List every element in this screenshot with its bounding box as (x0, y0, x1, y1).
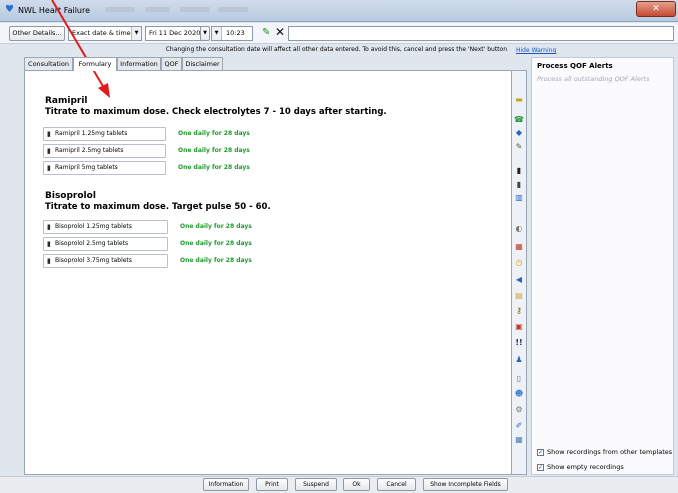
drug-option[interactable]: ▮ Bisoprolol 1.25mg tablets (43, 220, 168, 234)
users-icon[interactable]: ☻ (514, 389, 524, 399)
date-warning: Changing the consultation date will affe… (165, 46, 507, 53)
dose-instruction: One daily for 28 days (180, 223, 252, 230)
speaker-icon[interactable]: ◀ (514, 275, 524, 285)
drug-name: Bisoprolol 2.5mg tablets (55, 240, 129, 247)
alert-icon[interactable]: !! (514, 338, 524, 348)
key-icon[interactable]: ⚷ (514, 306, 524, 316)
dose-instruction: One daily for 28 days (180, 240, 252, 247)
drug-option[interactable]: ▮ Ramipril 1.25mg tablets (43, 127, 166, 141)
show-empty-row[interactable]: ✓ Show empty recordings (537, 462, 624, 472)
medicine-bottle-icon: ▮ (47, 240, 51, 248)
drug-option[interactable]: ▮ Ramipril 5mg tablets (43, 161, 166, 175)
drug-name: Ramipril 1.25mg tablets (55, 130, 128, 137)
tab-qof[interactable]: QOF (161, 57, 182, 70)
chevron-down-icon[interactable]: ▼ (212, 27, 222, 40)
drug-option[interactable]: ▮ Bisoprolol 3.75mg tablets (43, 254, 168, 268)
pill-icon[interactable]: ◐ (514, 224, 524, 234)
cancel-button[interactable]: Cancel (377, 478, 416, 491)
vaccine-icon[interactable]: ✎ (514, 142, 524, 152)
qof-alerts-title: Process QOF Alerts (537, 62, 613, 70)
medicine-bottle-icon: ▮ (47, 147, 51, 155)
app-icon: ♥ (5, 4, 14, 15)
settings-icon[interactable]: ⚙ (514, 405, 524, 415)
pdf-icon[interactable]: ▣ (514, 322, 524, 332)
qof-alerts-link[interactable]: Process all outstanding QOF Alerts (537, 75, 649, 83)
date-dropdown-button[interactable]: ▼ (200, 26, 210, 41)
blurred-title-text (145, 7, 170, 12)
clock-icon[interactable]: ◷ (514, 258, 524, 268)
date-field[interactable]: Fri 11 Dec 2020 (145, 26, 208, 41)
ok-button[interactable]: Ok (343, 478, 370, 491)
section-instruction: Titrate to maximum dose. Target pulse 50… (45, 202, 271, 212)
quill-tick-icon[interactable]: ✎ (262, 27, 274, 39)
show-other-templates-row[interactable]: ✓ Show recordings from other templates (537, 447, 672, 457)
title-bar: ♥ NWL Heart Failure ✕ (0, 0, 678, 22)
qof-alerts-panel: Process QOF Alerts Process all outstandi… (531, 57, 674, 475)
print-button[interactable]: Print (256, 478, 288, 491)
blurred-title-text (105, 7, 135, 12)
blurred-title-text (218, 7, 248, 12)
show-empty-label: Show empty recordings (547, 463, 624, 471)
free-text-input[interactable] (288, 26, 674, 41)
dose-instruction: One daily for 28 days (180, 257, 252, 264)
section-title-bisoprolol: Bisoprolol (45, 191, 96, 201)
formulary-panel: Ramipril Titrate to maximum dose. Check … (24, 70, 512, 475)
bottom-button-bar (0, 476, 678, 493)
dose-instruction: One daily for 28 days (178, 164, 250, 171)
drug-option[interactable]: ▮ Ramipril 2.5mg tablets (43, 144, 166, 158)
calendar-icon[interactable]: ▦ (514, 242, 524, 252)
other-details-button[interactable]: Other Details... (9, 26, 65, 41)
lab-tests-icon[interactable]: ◆ (514, 128, 524, 138)
close-button[interactable]: ✕ (636, 1, 676, 17)
blurred-title-text (180, 7, 210, 12)
medicine-bottle-icon: ▮ (47, 223, 51, 231)
person-icon[interactable]: ♟ (514, 355, 524, 365)
medication-icon[interactable]: ▮ (514, 166, 524, 176)
notes-icon[interactable]: ▯ (514, 374, 524, 384)
clear-x-icon[interactable]: ✕ (275, 26, 287, 38)
table-icon[interactable]: ▦ (514, 435, 524, 445)
date-type-value: Exact date & time (72, 29, 131, 37)
dose-instruction: One daily for 28 days (178, 130, 250, 137)
syringe-icon[interactable]: ✐ (514, 421, 524, 431)
multi-medication-icon[interactable]: ▮ (514, 180, 524, 190)
hide-warning-link[interactable]: Hide Warning (516, 46, 556, 56)
tab-disclaimer[interactable]: Disclaimer (182, 57, 223, 70)
medicine-bottle-icon: ▮ (47, 130, 51, 138)
suspend-button[interactable]: Suspend (295, 478, 337, 491)
chevron-down-icon[interactable]: ▼ (131, 27, 141, 40)
drug-option[interactable]: ▮ Bisoprolol 2.5mg tablets (43, 237, 168, 251)
show-other-templates-label: Show recordings from other templates (547, 448, 673, 456)
date-value: Fri 11 Dec 2020 (149, 29, 201, 37)
time-value: 10:23 (226, 29, 245, 37)
section-instruction: Titrate to maximum dose. Check electroly… (45, 107, 387, 117)
tab-information[interactable]: Information (117, 57, 161, 70)
window-title: NWL Heart Failure (18, 6, 91, 15)
drug-name: Bisoprolol 1.25mg tablets (55, 223, 132, 230)
bp-icon[interactable]: ▬ (514, 95, 524, 105)
medicine-bottle-icon: ▮ (47, 257, 51, 265)
show-incomplete-fields-button[interactable]: Show Incomplete Fields (423, 478, 508, 491)
section-title-ramipril: Ramipril (45, 96, 88, 106)
drug-name: Bisoprolol 3.75mg tablets (55, 257, 132, 264)
show-other-templates-checkbox[interactable]: ✓ (537, 448, 544, 456)
tab-formulary[interactable]: Formulary (73, 57, 117, 71)
date-type-select[interactable]: Exact date & time ▼ (68, 26, 142, 41)
tab-consultation[interactable]: Consultation (24, 57, 73, 70)
information-button[interactable]: Information (203, 478, 249, 491)
time-field[interactable]: ▼ 10:23 (211, 26, 253, 41)
growth-chart-icon[interactable]: ▥ (514, 193, 524, 203)
drug-name: Ramipril 5mg tablets (55, 164, 118, 171)
phone-icon[interactable]: ☎ (514, 115, 524, 125)
dose-instruction: One daily for 28 days (178, 147, 250, 154)
show-empty-checkbox[interactable]: ✓ (537, 463, 544, 471)
clinical-icon-strip: ▬ ☎ ◆ ✎ ▮ ▮ ▥ ◐ ▦ ◷ ◀ ▤ ⚷ ▣ !! ♟ ▯ ☻ ⚙ ✐… (512, 70, 527, 475)
drug-name: Ramipril 2.5mg tablets (55, 147, 124, 154)
medicine-bottle-icon: ▮ (47, 164, 51, 172)
document-icon[interactable]: ▤ (514, 291, 524, 301)
